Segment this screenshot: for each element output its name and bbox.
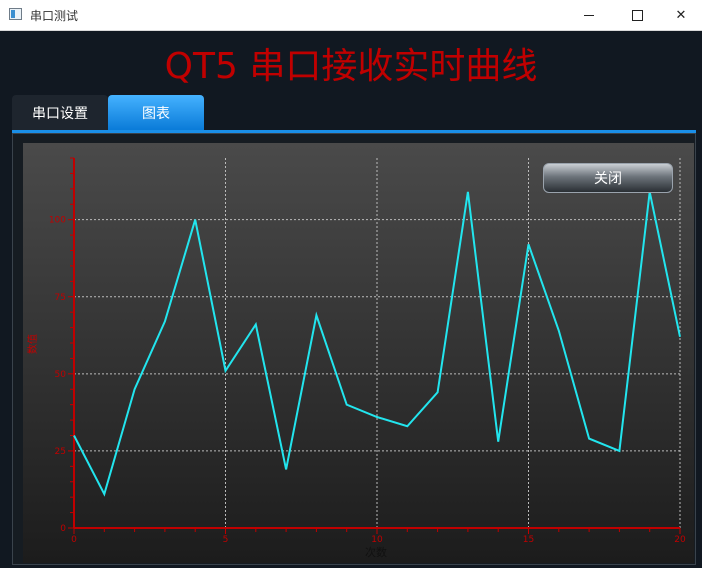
x-tick-label: 20 bbox=[674, 535, 686, 545]
close-chart-button[interactable]: 关闭 bbox=[543, 163, 673, 193]
x-tick-label: 0 bbox=[71, 535, 77, 545]
chart-background bbox=[23, 143, 694, 563]
x-tick-label: 15 bbox=[523, 535, 534, 545]
y-tick-label: 100 bbox=[49, 216, 66, 226]
x-axis-title: 次数 bbox=[365, 545, 387, 559]
close-chart-button-label: 关闭 bbox=[594, 171, 622, 187]
y-tick-label: 50 bbox=[55, 370, 67, 380]
y-tick-label: 0 bbox=[60, 524, 66, 534]
y-tick-label: 25 bbox=[55, 447, 66, 457]
line-chart: 0 5 10 15 20 0 25 50 75 100 次数 数值 bbox=[23, 143, 694, 563]
y-axis-title: 数值 bbox=[26, 334, 39, 354]
x-tick-label: 5 bbox=[223, 535, 229, 545]
x-tick-label: 10 bbox=[371, 535, 383, 545]
y-tick-label: 75 bbox=[55, 293, 66, 303]
